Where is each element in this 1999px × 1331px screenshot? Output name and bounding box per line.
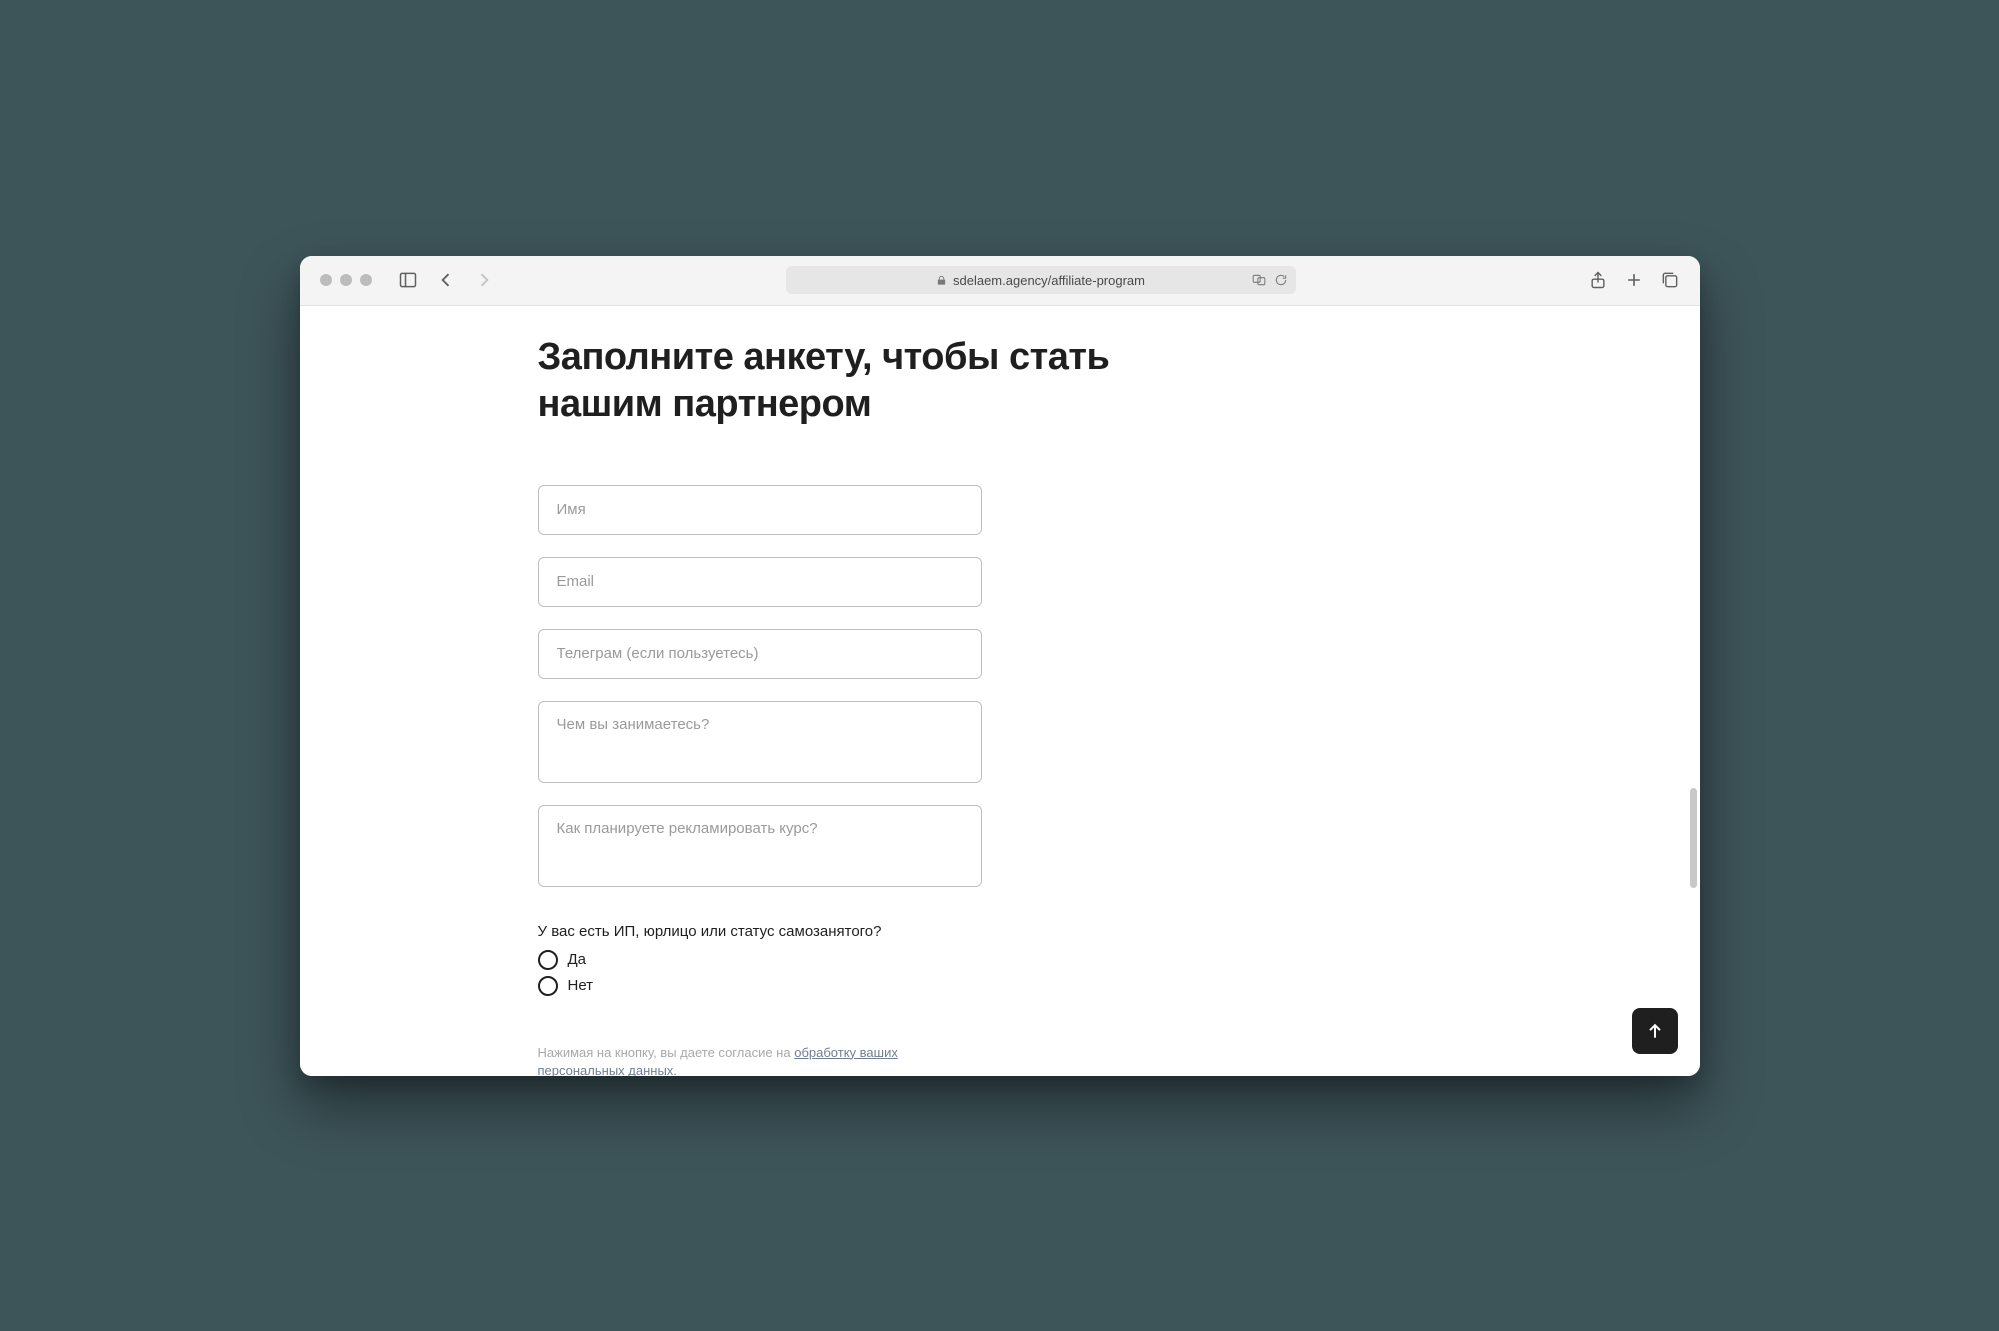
consent-text: Нажимая на кнопку, вы даете согласие на … — [538, 1044, 958, 1076]
address-right-icons — [1252, 273, 1288, 287]
plan-textarea[interactable] — [538, 805, 982, 887]
reload-icon[interactable] — [1274, 273, 1288, 287]
translate-icon[interactable] — [1252, 273, 1266, 287]
browser-window: sdelaem.agency/affiliate-program — [300, 256, 1700, 1076]
tabs-icon[interactable] — [1660, 270, 1680, 290]
radio-no[interactable]: Нет — [538, 976, 982, 996]
about-textarea[interactable] — [538, 701, 982, 783]
arrow-up-icon — [1645, 1021, 1665, 1041]
radio-yes[interactable]: Да — [538, 950, 982, 970]
email-input[interactable] — [538, 557, 982, 607]
partner-form: У вас есть ИП, юрлицо или статус самозан… — [538, 485, 982, 1076]
lock-icon — [936, 275, 947, 286]
back-icon[interactable] — [436, 270, 456, 290]
close-window-button[interactable] — [320, 274, 332, 286]
toolbar-right — [1588, 270, 1680, 290]
radio-no-label: Нет — [568, 977, 594, 994]
telegram-input[interactable] — [538, 629, 982, 679]
scrollbar-thumb[interactable] — [1690, 788, 1697, 888]
forward-icon[interactable] — [474, 270, 494, 290]
radio-circle-icon — [538, 950, 558, 970]
url-text: sdelaem.agency/affiliate-program — [953, 273, 1145, 288]
new-tab-icon[interactable] — [1624, 270, 1644, 290]
legal-status-question: У вас есть ИП, юрлицо или статус самозан… — [538, 923, 982, 1002]
sidebar-toggle-icon[interactable] — [398, 270, 418, 290]
radio-yes-label: Да — [568, 951, 587, 968]
maximize-window-button[interactable] — [360, 274, 372, 286]
radio-circle-icon — [538, 976, 558, 996]
minimize-window-button[interactable] — [340, 274, 352, 286]
page-title: Заполните анкету, чтобы стать нашим парт… — [538, 334, 1168, 429]
legal-question-label: У вас есть ИП, юрлицо или статус самозан… — [538, 923, 982, 940]
window-controls — [320, 274, 372, 286]
name-input[interactable] — [538, 485, 982, 535]
toolbar-nav-group — [390, 270, 494, 290]
address-bar[interactable]: sdelaem.agency/affiliate-program — [786, 266, 1296, 294]
page-content: Заполните анкету, чтобы стать нашим парт… — [300, 306, 1700, 1076]
browser-toolbar: sdelaem.agency/affiliate-program — [300, 256, 1700, 306]
consent-prefix: Нажимая на кнопку, вы даете согласие на — [538, 1045, 795, 1060]
share-icon[interactable] — [1588, 270, 1608, 290]
scroll-to-top-button[interactable] — [1632, 1008, 1678, 1054]
